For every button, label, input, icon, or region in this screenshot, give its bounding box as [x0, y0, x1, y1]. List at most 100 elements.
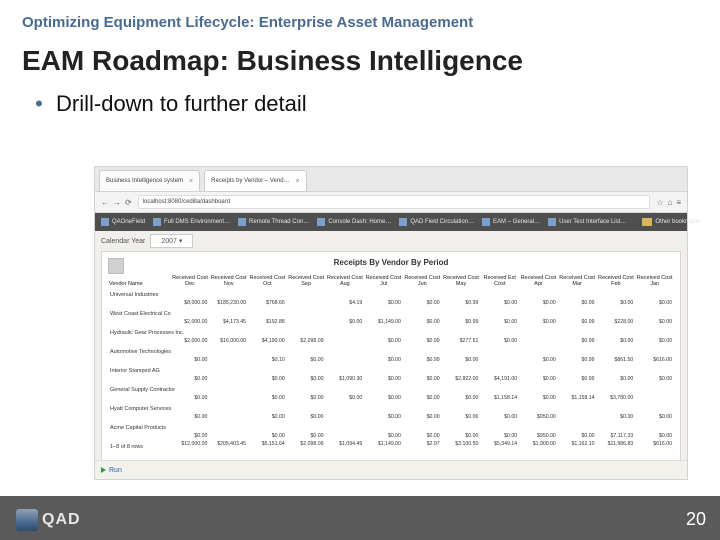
cell-value: $0.99 — [442, 318, 481, 326]
cell-value: $228.00 — [597, 318, 636, 326]
cell-value: $0.00 — [403, 432, 442, 440]
cell-value — [209, 356, 248, 364]
play-icon — [101, 467, 106, 473]
column-header[interactable]: Received ExtCost — [480, 274, 519, 288]
close-icon[interactable]: × — [189, 178, 193, 185]
column-header[interactable]: Vendor Name — [108, 274, 171, 288]
cell-value: $0.00 — [442, 394, 481, 402]
cell-value: $950.00 — [519, 413, 558, 421]
total-cell: $2,098.09 — [287, 440, 326, 451]
forward-icon[interactable]: → — [113, 198, 121, 207]
column-header[interactable]: Received CostJun — [403, 274, 442, 288]
browser-toolbar: ← → ⟳ localhost:8080/cedilla/dashboard ☆… — [95, 192, 687, 213]
cell-value: $0.00 — [519, 318, 558, 326]
vendor-name[interactable]: Interior Stamped AG — [108, 364, 674, 375]
run-bar: Run — [95, 460, 687, 479]
browser-tab-1[interactable]: Business Intelligence system × — [99, 170, 200, 191]
bookmark-other[interactable]: Other bookmarks — [642, 218, 701, 226]
cell-value: $0.99 — [558, 356, 597, 364]
cell-value: $4,190.00 — [248, 337, 287, 345]
cell-value — [209, 432, 248, 440]
table-row: $0.00$0.00$0.00$1,090.30$0.00$0.00$2,822… — [108, 375, 674, 383]
page-number: 20 — [686, 509, 706, 530]
cell-value: $0.00 — [635, 432, 674, 440]
bookmark-1[interactable]: QAOneField — [101, 218, 145, 226]
total-cell: $5,151.64 — [248, 440, 287, 451]
cell-value: $0.00 — [287, 356, 326, 364]
column-header[interactable]: Received CostJan — [635, 274, 674, 288]
vendor-name[interactable]: Hydraulic Gear Processes Inc. — [108, 326, 674, 337]
cell-value: $0.00 — [171, 394, 210, 402]
year-select[interactable]: 2007 ▾ — [150, 234, 193, 248]
table-header-row: Vendor NameReceived CostDecReceived Cost… — [108, 274, 674, 288]
cell-value: $0.00 — [364, 375, 403, 383]
column-header[interactable]: Received CostSep — [287, 274, 326, 288]
home-icon[interactable]: ⌂ — [667, 198, 672, 207]
cell-value: $0.99 — [403, 337, 442, 345]
vendor-name[interactable]: General Supply Contractor — [108, 383, 674, 394]
cell-value: $0.00 — [519, 375, 558, 383]
cell-value — [287, 318, 326, 326]
cell-value: $8,000.00 — [171, 299, 210, 307]
cell-value: $0.00 — [287, 394, 326, 402]
cell-value — [326, 337, 365, 345]
bookmark-icon — [317, 218, 325, 226]
brand-logo: QAD — [16, 509, 81, 531]
cell-value: $2,098.09 — [287, 337, 326, 345]
menu-icon[interactable]: ≡ — [676, 198, 681, 207]
filter-label: Calendar Year — [101, 238, 145, 245]
star-icon[interactable]: ☆ — [656, 198, 663, 207]
column-header[interactable]: Received CostOct — [248, 274, 287, 288]
cell-value: $2,000.00 — [171, 337, 210, 345]
reload-icon[interactable]: ⟳ — [125, 198, 132, 207]
cell-value: $0.00 — [480, 413, 519, 421]
bookmark-7[interactable]: User Test Interface List… — [548, 218, 626, 226]
cell-value: $0.00 — [635, 318, 674, 326]
column-header[interactable]: Received CostMar — [558, 274, 597, 288]
column-header[interactable]: Received CostMay — [442, 274, 481, 288]
bullet-text: Drill-down to further detail — [56, 91, 307, 117]
close-icon[interactable]: × — [296, 178, 300, 185]
bullet-row: • Drill-down to further detail — [22, 91, 698, 117]
bookmark-3[interactable]: Remote Thread Con… — [238, 218, 309, 226]
bookmark-6[interactable]: EAM – General… — [482, 218, 540, 226]
vendor-name[interactable]: Hyatt Computer Services — [108, 402, 674, 413]
column-header[interactable]: Received CostAug — [326, 274, 365, 288]
vendor-name[interactable]: Universal Industries — [108, 288, 674, 299]
total-cell: $1,094.49 — [326, 440, 365, 451]
cell-value — [326, 356, 365, 364]
column-header[interactable]: Received CostJul — [364, 274, 403, 288]
run-button[interactable]: Run — [101, 467, 122, 474]
column-header[interactable]: Received CostNov — [209, 274, 248, 288]
vendor-name[interactable]: Acme Capital Products — [108, 421, 674, 432]
cell-value — [635, 394, 674, 402]
total-cell: $1,162.10 — [558, 440, 597, 451]
table-row: $0.00$0.00$0.00$0.00$0.00$0.00$0.00$1,15… — [108, 394, 674, 402]
column-header[interactable]: Received CostDec — [171, 274, 210, 288]
cell-value: $185,230.00 — [209, 299, 248, 307]
total-cell: $205,403.45 — [209, 440, 248, 451]
cell-value: $0.99 — [558, 375, 597, 383]
bookmark-icon — [548, 218, 556, 226]
cell-value: $861.50 — [597, 356, 636, 364]
bookmark-4[interactable]: Console Dash: Home… — [317, 218, 391, 226]
vendor-name[interactable]: West Coast Electrical Co — [108, 307, 674, 318]
cell-value: $4.19 — [326, 299, 365, 307]
browser-tab-2-active[interactable]: Receipts by Vendor – Vend… × — [204, 170, 306, 191]
bookmark-2[interactable]: Full DMS Environment… — [153, 218, 230, 226]
vendor-name[interactable]: Automotive Technologies — [108, 345, 674, 356]
column-header[interactable]: Received CostFeb — [597, 274, 636, 288]
back-icon[interactable]: ← — [101, 198, 109, 207]
browser-tab-strip: Business Intelligence system × Receipts … — [95, 167, 687, 192]
cell-value: $0.00 — [597, 299, 636, 307]
cell-value: $0.99 — [442, 299, 481, 307]
bookmark-icon — [153, 218, 161, 226]
cell-value: $0.00 — [480, 318, 519, 326]
tab-1-label: Business Intelligence system — [106, 178, 183, 184]
cell-value: $0.00 — [287, 432, 326, 440]
cell-value: $1,158.14 — [558, 394, 597, 402]
column-header[interactable]: Received CostApr — [519, 274, 558, 288]
bookmark-5[interactable]: QAD Field Circulation… — [399, 218, 474, 226]
cell-value — [209, 394, 248, 402]
url-input[interactable]: localhost:8080/cedilla/dashboard — [138, 195, 651, 209]
